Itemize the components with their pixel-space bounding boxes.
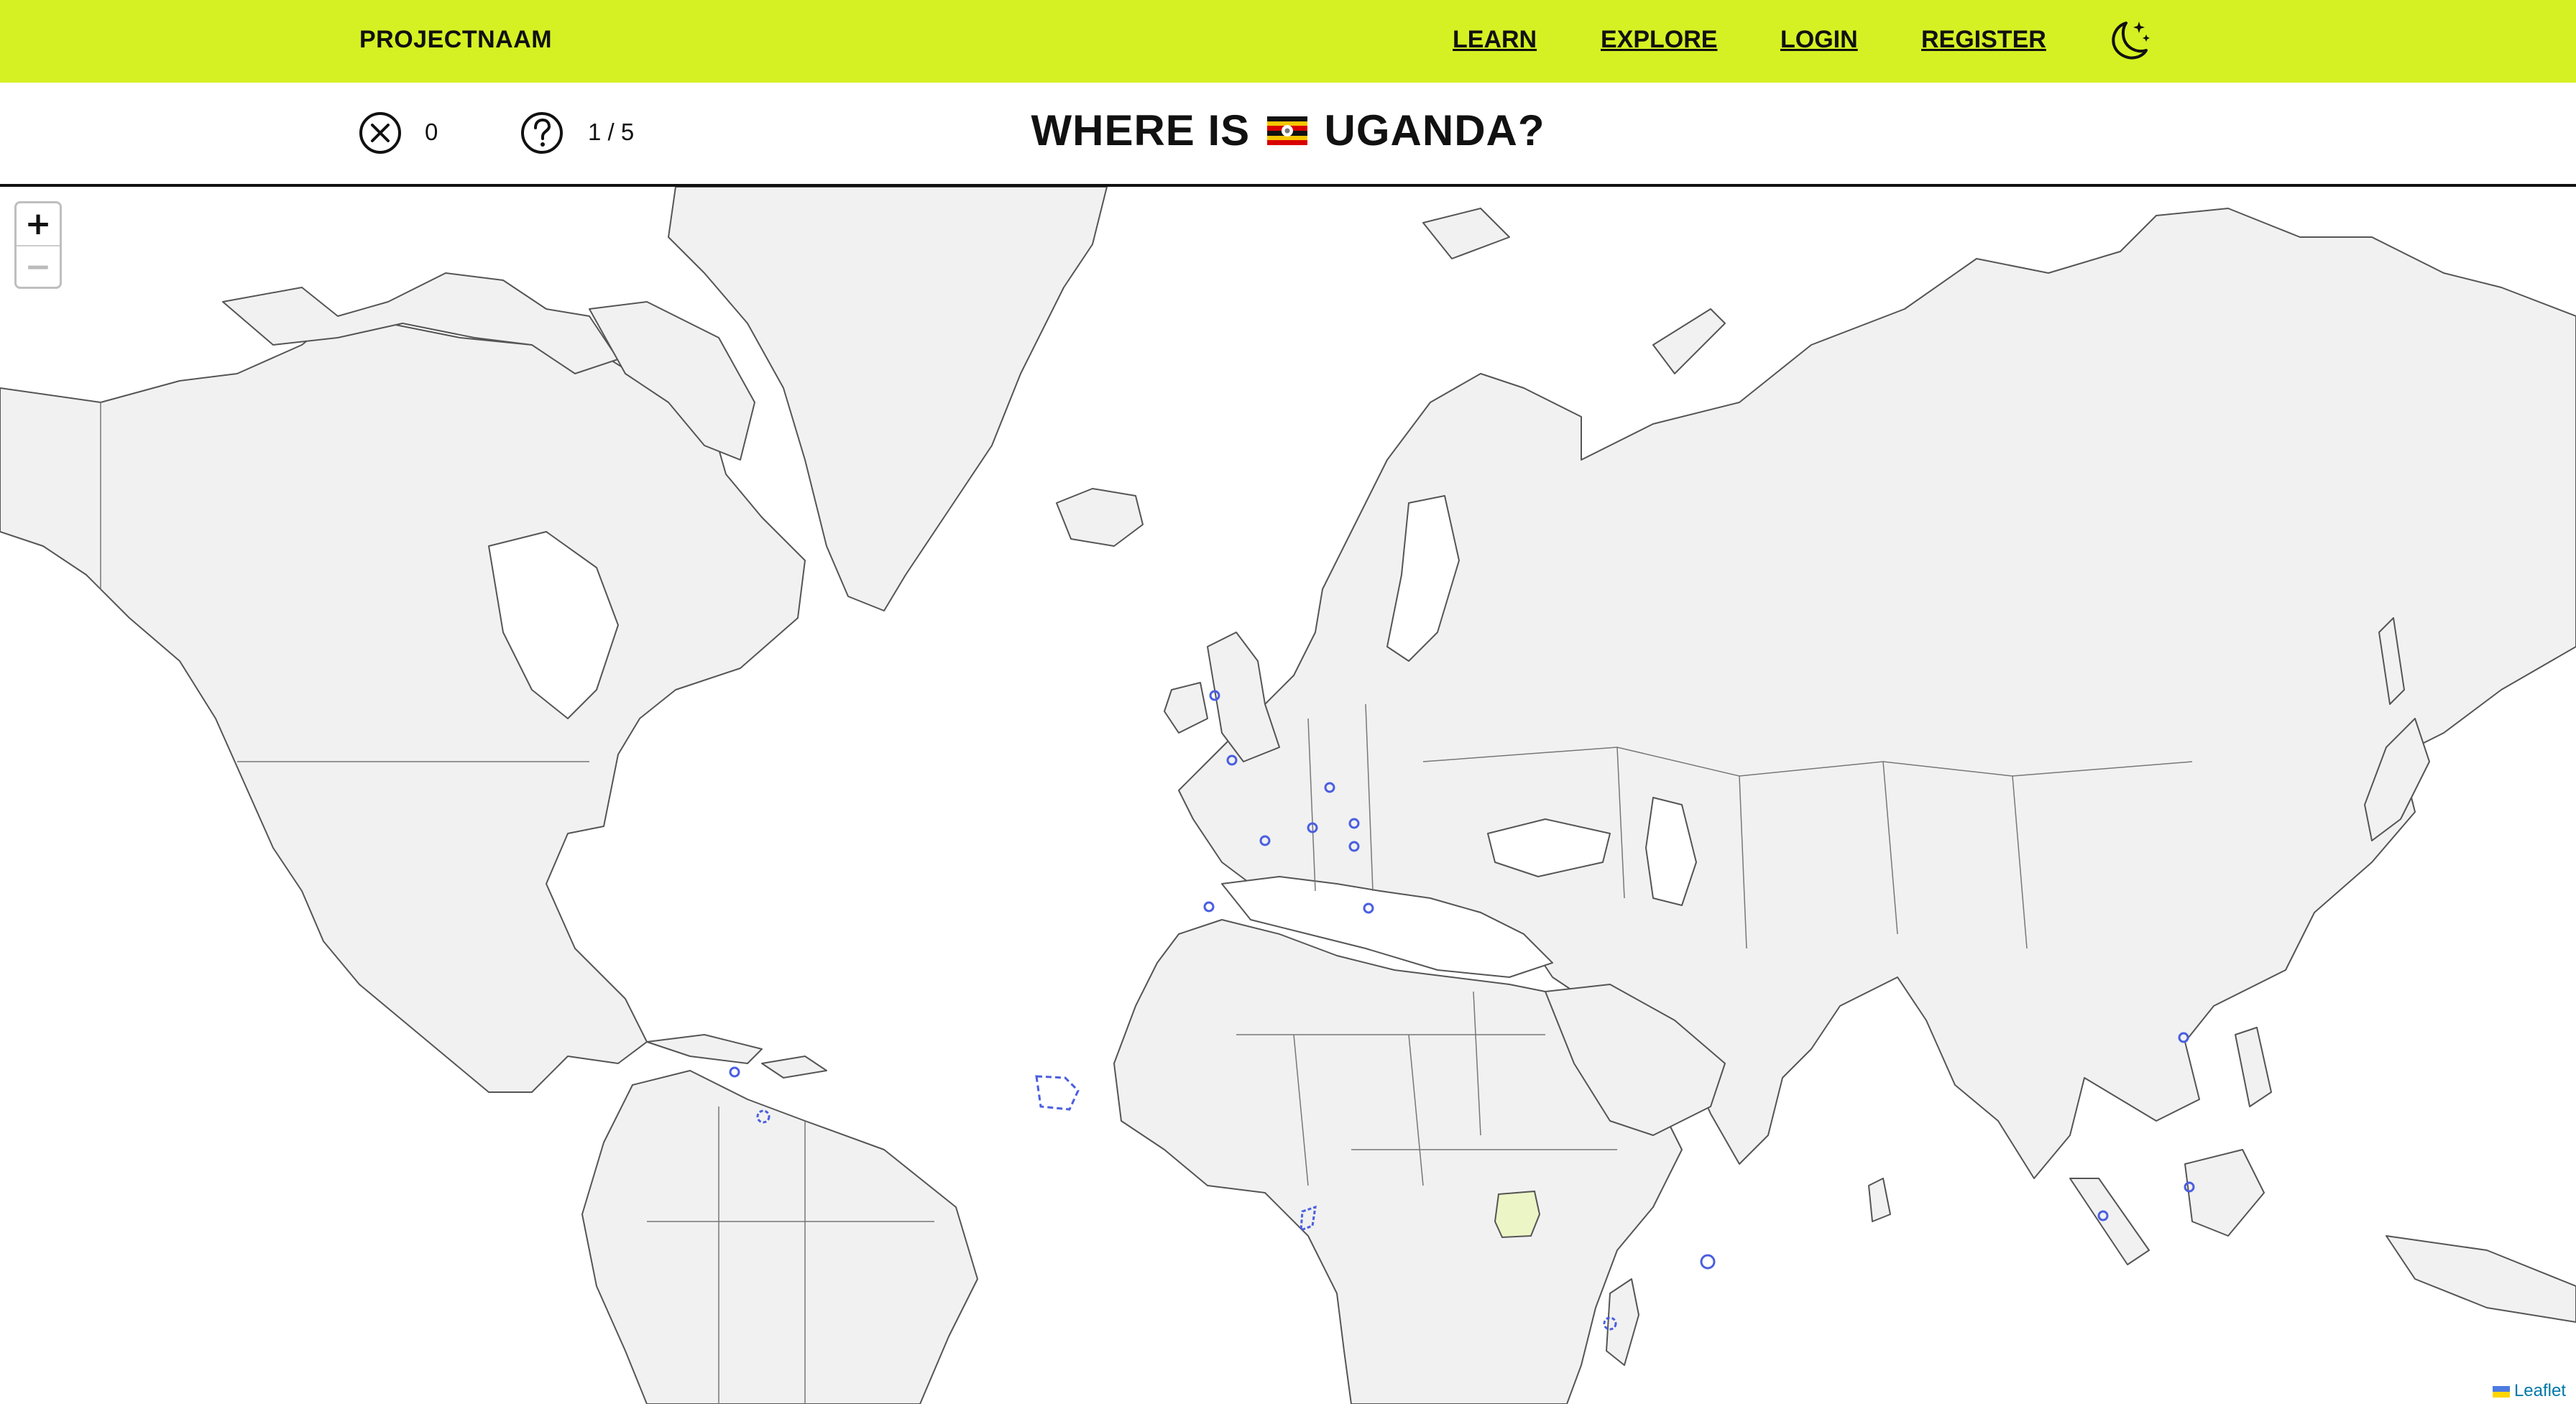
cuba [646, 1034, 763, 1064]
ukraine-flag-icon [2492, 1385, 2510, 1398]
error-count: 0 [425, 119, 438, 145]
borneo [2184, 1149, 2265, 1237]
nav-link-learn[interactable]: LEARN [1453, 26, 1537, 54]
question-prefix: WHERE IS [1031, 106, 1251, 154]
world-map-canvas[interactable] [0, 187, 2576, 1404]
small-country-marker [729, 1066, 740, 1078]
nav-link-login[interactable]: LOGIN [1780, 26, 1858, 54]
brand-name[interactable]: PROJECTNAAM [359, 26, 552, 54]
world-map[interactable]: + − Leaflet [0, 187, 2576, 1404]
leaflet-link[interactable]: Leaflet [2514, 1381, 2566, 1400]
question-country: UGANDA? [1324, 106, 1545, 154]
nav-link-register[interactable]: REGISTER [1921, 26, 2046, 54]
novaya-zemlya [1652, 308, 1726, 374]
ireland [1164, 682, 1208, 734]
zoom-in-button[interactable]: + [17, 203, 60, 246]
x-circle-icon [359, 112, 401, 154]
question-title: WHERE IS UGANDA? [934, 106, 1642, 155]
moon-stars-icon [2112, 22, 2150, 60]
top-navbar: PROJECTNAAM LEARN EXPLORE LOGIN REGISTER [0, 0, 2576, 83]
sri-lanka [1868, 1178, 1891, 1222]
zoom-out-button[interactable]: − [17, 246, 60, 287]
quiz-status-bar: 0 1 / 5 WHERE IS UGANDA? [0, 83, 2576, 187]
svalbard [1422, 208, 1510, 259]
small-country-marker [1203, 901, 1215, 913]
philippines [2235, 1027, 2272, 1107]
question-progress: 1 / 5 [588, 119, 635, 145]
cape-verde-marker [1035, 1075, 1080, 1111]
uganda-highlight [1494, 1190, 1541, 1239]
new-guinea [2386, 1235, 2576, 1323]
uganda-flag-icon [1266, 116, 1307, 146]
question-circle-icon [521, 112, 563, 154]
hispaniola [761, 1056, 827, 1079]
iceland [1056, 488, 1144, 547]
theme-toggle-button[interactable] [2104, 16, 2153, 65]
north-america-landmass [0, 315, 806, 1093]
nav-link-explore[interactable]: EXPLORE [1601, 26, 1717, 54]
small-country-marker [1700, 1254, 1716, 1270]
madagascar [1606, 1278, 1639, 1366]
zoom-control: + − [14, 201, 62, 289]
map-attribution: Leaflet [2488, 1380, 2570, 1403]
south-america-landmass [581, 1070, 978, 1404]
sumatra [2069, 1178, 2150, 1265]
